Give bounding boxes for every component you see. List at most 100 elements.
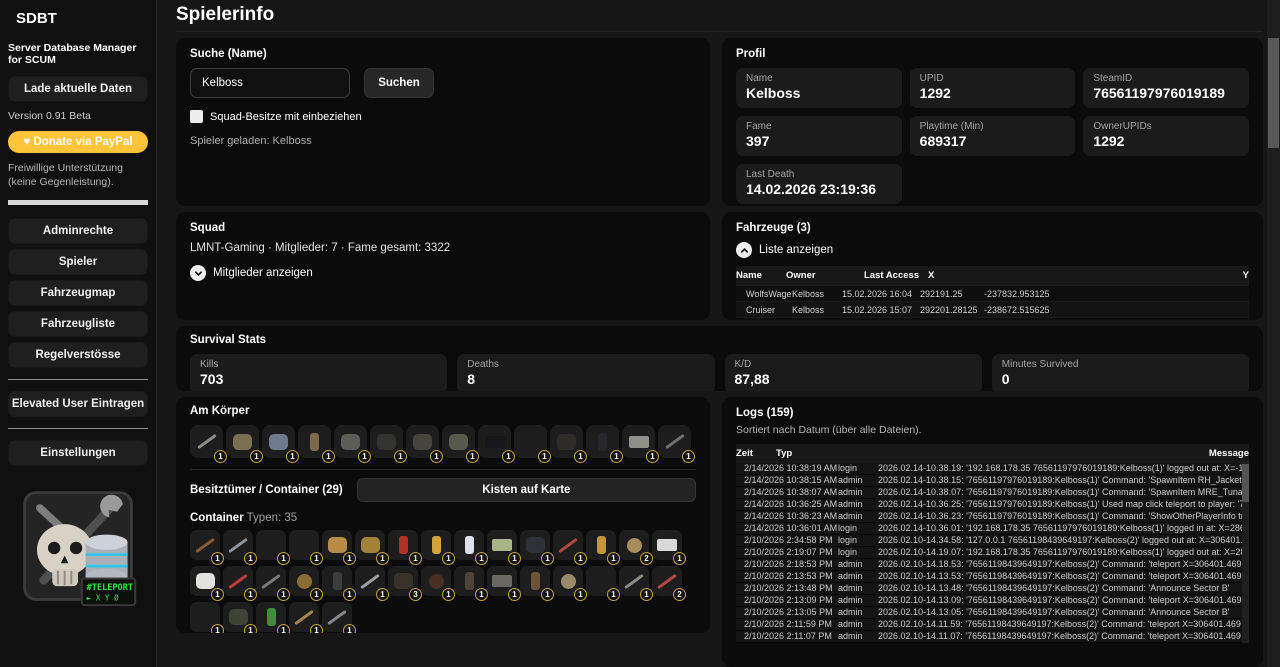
item-slot: 1 <box>487 530 517 560</box>
page-scrollbar[interactable] <box>1267 0 1280 667</box>
crates-on-map-button[interactable]: Kisten auf Karte <box>357 478 696 502</box>
squad-members-toggle[interactable]: Mitglieder anzeigen <box>190 265 696 281</box>
sidebar-nav-button[interactable]: Spieler <box>8 249 148 275</box>
squad-include-checkbox[interactable] <box>190 110 203 123</box>
item-slot: 1 <box>421 566 451 596</box>
search-button[interactable]: Suchen <box>364 68 434 98</box>
item-count-badge: 1 <box>466 450 479 463</box>
log-message: 2026.02.10-14.18.53: '76561198439649197:… <box>878 559 1249 570</box>
item-icon <box>310 433 319 451</box>
item-count-badge: 1 <box>442 588 455 601</box>
nav-tertiary: Einstellungen <box>8 440 148 471</box>
page-scrollbar-thumb[interactable] <box>1268 38 1279 148</box>
sidebar-nav-button[interactable]: Regelverstösse <box>8 342 148 368</box>
squad-panel: Squad LMNT-Gaming · Mitglieder: 7 · Fame… <box>176 212 710 320</box>
chevron-down-icon <box>190 265 206 281</box>
item-slot: 1 <box>190 602 220 632</box>
profile-card-value: Kelboss <box>746 85 892 101</box>
survival-card-value: 8 <box>467 371 704 387</box>
item-icon <box>361 537 380 553</box>
log-time: 2/10/2026 2:11:59 PM <box>736 619 838 630</box>
logs-scrollbar-thumb[interactable] <box>1242 464 1249 502</box>
item-count-badge: 1 <box>343 552 356 565</box>
item-icon <box>531 572 540 590</box>
item-icon <box>657 573 677 588</box>
sidebar-nav-button[interactable]: Adminrechte <box>8 218 148 244</box>
item-slot: 1 <box>478 425 511 458</box>
log-time: 2/14/2026 10:36:23 AM <box>736 511 838 522</box>
item-slot: 1 <box>226 425 259 458</box>
item-slot: 1 <box>256 602 286 632</box>
vehicle-y: -237832.953125 <box>984 289 1249 299</box>
item-count-badge: 1 <box>574 450 587 463</box>
vehicle-y: -238672.515625 <box>984 305 1249 315</box>
item-icon <box>627 538 642 553</box>
item-slot: 1 <box>406 425 439 458</box>
item-count-badge: 1 <box>538 450 551 463</box>
sidebar-nav-button[interactable]: Einstellungen <box>8 440 148 466</box>
item-count-badge: 1 <box>574 588 587 601</box>
survival-card-label: Deaths <box>467 359 704 370</box>
log-message: 2026.02.10-14.13.09: '76561198439649197:… <box>878 595 1249 606</box>
sidebar-nav-button[interactable]: Elevated User Eintragen <box>8 391 148 417</box>
item-slot: 1 <box>421 530 451 560</box>
item-slot: 1 <box>658 425 691 458</box>
item-count-badge: 1 <box>277 552 290 565</box>
vehicle-last-access: 15.02.2026 16:04 <box>842 289 920 299</box>
item-icon <box>629 436 649 448</box>
log-message: 2026.02.14-10.36.01: '192.168.178.35 765… <box>878 523 1249 534</box>
item-count-badge: 1 <box>343 588 356 601</box>
item-count-badge: 1 <box>211 624 224 633</box>
log-time: 2/10/2026 2:11:07 PM <box>736 631 838 642</box>
log-type: admin <box>838 571 878 582</box>
vehicles-column-header: Name <box>736 270 786 281</box>
survival-card-value: 0 <box>1002 371 1239 387</box>
log-message: 2026.02.10-14.11.59: '76561198439649197:… <box>878 619 1249 630</box>
app-subtitle: Server Database Manager for SCUM <box>8 42 148 66</box>
item-icon <box>465 572 474 590</box>
vehicles-panel-title: Fahrzeuge (3) <box>736 222 1249 234</box>
item-icon <box>228 537 248 552</box>
item-count-badge: 1 <box>310 588 323 601</box>
item-icon <box>267 608 276 626</box>
log-message: 2026.02.14-10.38.07: '76561197976019189:… <box>878 487 1249 498</box>
item-count-badge: 1 <box>610 450 623 463</box>
item-icon <box>429 574 444 589</box>
squad-panel-title: Squad <box>190 222 696 234</box>
sidebar: SDBT Server Database Manager for SCUM La… <box>0 0 157 667</box>
profile-card: Name Kelboss <box>736 68 902 108</box>
item-slot: 1 <box>190 530 220 560</box>
log-row: 2/10/2026 2:13:53 PM admin 2026.02.10-14… <box>736 571 1249 583</box>
item-count-badge: 1 <box>244 552 257 565</box>
item-slot: 1 <box>388 530 418 560</box>
donate-paypal-button[interactable]: ♥ Donate via PayPal <box>8 131 148 153</box>
app-title: SDBT <box>16 10 148 27</box>
sidebar-nav-button[interactable]: Fahrzeugliste <box>8 311 148 337</box>
logs-scrollbar[interactable] <box>1242 461 1249 643</box>
log-message: 2026.02.10-14.34.58: '127.0.0.1 76561198… <box>878 535 1249 546</box>
item-slot: 1 <box>289 602 319 632</box>
logs-table: ZeitTypMessage 2/14/2026 10:38:19 AM log… <box>736 444 1249 643</box>
survival-cards: Kills 703 Deaths 8 K/D 87,88 Minutes Sur… <box>190 354 1249 391</box>
item-icon <box>465 536 474 554</box>
search-input[interactable] <box>190 68 350 98</box>
item-slot: 1 <box>289 566 319 596</box>
log-row: 2/10/2026 2:19:07 PM login 2026.02.10-14… <box>736 547 1249 559</box>
item-count-badge: 1 <box>640 588 653 601</box>
item-slot: 2 <box>619 530 649 560</box>
item-count-badge: 1 <box>682 450 695 463</box>
log-message: 2026.02.10-14.19.07: '192.168.178.35 765… <box>878 547 1249 558</box>
log-type: admin <box>838 475 878 486</box>
log-type: login <box>838 463 878 474</box>
item-icon <box>598 433 607 451</box>
survival-stats-panel: Survival Stats Kills 703 Deaths 8 K/D 87… <box>176 326 1263 391</box>
load-data-button[interactable]: Lade aktuelle Daten <box>8 76 148 102</box>
vehicles-list-toggle[interactable]: Liste anzeigen <box>736 242 1249 258</box>
item-slot: 1 <box>520 530 550 560</box>
item-icon <box>294 609 314 624</box>
log-time: 2/10/2026 2:34:58 PM <box>736 535 838 546</box>
vehicle-name: Cruiser <box>736 305 792 315</box>
log-time: 2/10/2026 2:13:09 PM <box>736 595 838 606</box>
sidebar-nav-button[interactable]: Fahrzeugmap <box>8 280 148 306</box>
log-message: 2026.02.10-14.13.48: '76561198439649197:… <box>878 583 1249 594</box>
